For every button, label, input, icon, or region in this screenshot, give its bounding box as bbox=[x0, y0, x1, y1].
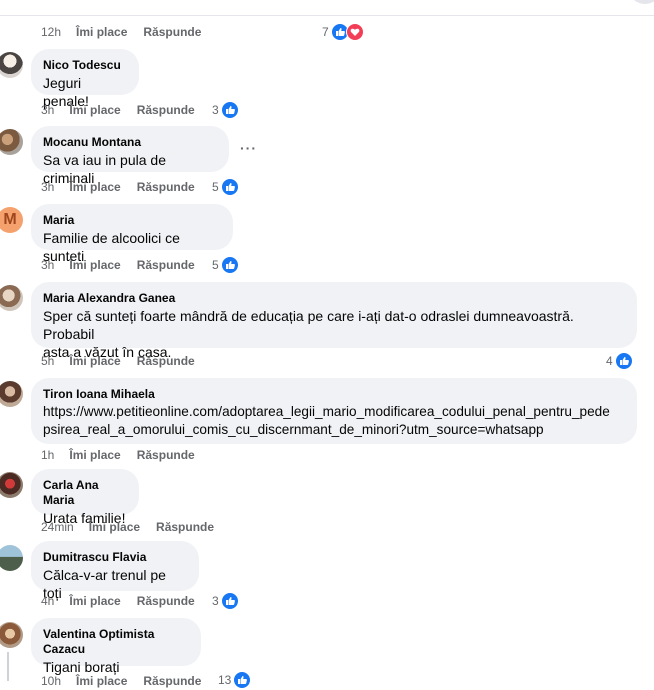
reply-button[interactable]: Răspunde bbox=[137, 258, 195, 272]
avatar[interactable]: M bbox=[0, 207, 23, 233]
comment-actions: 4h Îmi place Răspunde bbox=[41, 593, 195, 609]
comment-time[interactable]: 4h bbox=[41, 594, 54, 608]
comment-time[interactable]: 3h bbox=[41, 258, 54, 272]
comment-link-line[interactable]: https://www.petitieonline.com/adoptarea_… bbox=[43, 403, 625, 421]
comment-time[interactable]: 3h bbox=[41, 103, 54, 117]
comment-actions: 3h Îmi place Răspunde bbox=[41, 102, 195, 118]
comment-bubble: Dumitrascu Flavia Călca-v-ar trenul pe t… bbox=[31, 541, 199, 601]
comment-actions: 24min Îmi place Răspunde bbox=[41, 519, 214, 535]
like-icon bbox=[220, 101, 239, 119]
comment-bubble: Maria Alexandra Ganea Sper că sunteți fo… bbox=[31, 282, 637, 360]
avatar[interactable] bbox=[0, 381, 23, 407]
love-icon bbox=[345, 23, 364, 41]
reply-button[interactable]: Răspunde bbox=[137, 103, 195, 117]
reaction-count: 5 bbox=[212, 258, 219, 272]
comment-actions: 10h Îmi place Răspunde bbox=[41, 673, 201, 689]
commenter-name[interactable]: Maria bbox=[43, 213, 221, 228]
comment-time[interactable]: 24min bbox=[41, 520, 74, 534]
like-icon bbox=[220, 256, 239, 274]
avatar[interactable] bbox=[0, 52, 23, 78]
like-button[interactable]: Îmi place bbox=[69, 180, 120, 194]
comment-bubble: Carla Ana Maria Urata familie! bbox=[31, 469, 139, 526]
comment-link-line[interactable]: psirea_real_a_omorului_comis_cu_discernm… bbox=[43, 421, 625, 439]
like-button[interactable]: Îmi place bbox=[89, 520, 140, 534]
thread-line bbox=[7, 652, 9, 681]
comment-actions: 3h Îmi place Răspunde bbox=[41, 179, 195, 195]
reply-button[interactable]: Răspunde bbox=[156, 520, 214, 534]
reaction-summary[interactable]: 5 bbox=[212, 255, 239, 275]
commenter-name[interactable]: Valentina Optimista Cazacu bbox=[43, 627, 189, 657]
reaction-count: 3 bbox=[212, 594, 219, 608]
comment-actions: 3h Îmi place Răspunde bbox=[41, 257, 195, 273]
reply-button[interactable]: Răspunde bbox=[137, 594, 195, 608]
like-button[interactable]: Îmi place bbox=[69, 448, 120, 462]
reply-button[interactable]: Răspunde bbox=[143, 674, 201, 688]
comment-actions: 5h Îmi place Răspunde bbox=[41, 353, 195, 369]
avatar[interactable] bbox=[0, 285, 23, 311]
top-divider bbox=[0, 15, 654, 16]
commenter-name[interactable]: Dumitrascu Flavia bbox=[43, 550, 187, 565]
comment-bubble: Tiron Ioana Mihaela https://www.petitieo… bbox=[31, 378, 637, 444]
comment-time[interactable]: 1h bbox=[41, 448, 54, 462]
like-icon bbox=[233, 671, 252, 689]
like-button[interactable]: Îmi place bbox=[69, 354, 120, 368]
like-button[interactable]: Îmi place bbox=[69, 594, 120, 608]
reply-button[interactable]: Răspunde bbox=[137, 448, 195, 462]
more-options-icon[interactable]: ··· bbox=[240, 140, 257, 156]
reaction-count: 4 bbox=[606, 354, 613, 368]
reply-button[interactable]: Răspunde bbox=[137, 354, 195, 368]
reaction-count: 7 bbox=[322, 25, 329, 39]
reaction-summary[interactable]: 3 bbox=[212, 591, 239, 611]
comment-actions: 12h Îmi place Răspunde bbox=[41, 24, 201, 40]
like-button[interactable]: Îmi place bbox=[69, 258, 120, 272]
comment-text-line: Sper că sunteți foarte mândră de educați… bbox=[43, 308, 574, 342]
reaction-summary[interactable]: 4 bbox=[606, 351, 633, 371]
commenter-name[interactable]: Carla Ana Maria bbox=[43, 478, 127, 508]
commenter-name[interactable]: Nico Todescu bbox=[43, 58, 127, 73]
reply-button[interactable]: Răspunde bbox=[137, 180, 195, 194]
comment-time[interactable]: 10h bbox=[41, 674, 61, 688]
reaction-summary[interactable]: 5 bbox=[212, 177, 239, 197]
like-icon bbox=[614, 352, 633, 370]
reaction-summary[interactable]: 7 bbox=[322, 22, 364, 42]
comment-bubble: Maria Familie de alcoolici ce sunteti bbox=[31, 204, 233, 264]
like-icon bbox=[220, 592, 239, 610]
avatar[interactable] bbox=[0, 472, 23, 498]
reaction-count: 5 bbox=[212, 180, 219, 194]
like-button[interactable]: Îmi place bbox=[76, 674, 127, 688]
like-icon bbox=[220, 178, 239, 196]
like-button[interactable]: Îmi place bbox=[69, 103, 120, 117]
avatar[interactable] bbox=[0, 622, 23, 648]
comment-time[interactable]: 12h bbox=[41, 25, 61, 39]
scroll-corner-button[interactable] bbox=[630, 0, 654, 4]
comment-bubble: Valentina Optimista Cazacu Tigani borați bbox=[31, 618, 201, 675]
comment-time[interactable]: 3h bbox=[41, 180, 54, 194]
avatar[interactable] bbox=[0, 129, 23, 155]
like-button[interactable]: Îmi place bbox=[76, 25, 127, 39]
reply-button[interactable]: Răspunde bbox=[143, 25, 201, 39]
commenter-name[interactable]: Tiron Ioana Mihaela bbox=[43, 387, 625, 402]
comment-time[interactable]: 5h bbox=[41, 354, 54, 368]
avatar[interactable] bbox=[0, 545, 23, 571]
reaction-count: 3 bbox=[212, 103, 219, 117]
commenter-name[interactable]: Mocanu Montana bbox=[43, 135, 217, 150]
reaction-summary[interactable]: 3 bbox=[212, 100, 239, 120]
comment-bubble: Mocanu Montana Sa va iau in pula de crim… bbox=[31, 126, 229, 186]
comment-bubble: Nico Todescu Jeguri penale! bbox=[31, 49, 139, 109]
reaction-count: 13 bbox=[218, 673, 232, 687]
commenter-name[interactable]: Maria Alexandra Ganea bbox=[43, 291, 625, 306]
comment-actions: 1h Îmi place Răspunde bbox=[41, 447, 195, 463]
reaction-summary[interactable]: 13 bbox=[218, 670, 252, 690]
